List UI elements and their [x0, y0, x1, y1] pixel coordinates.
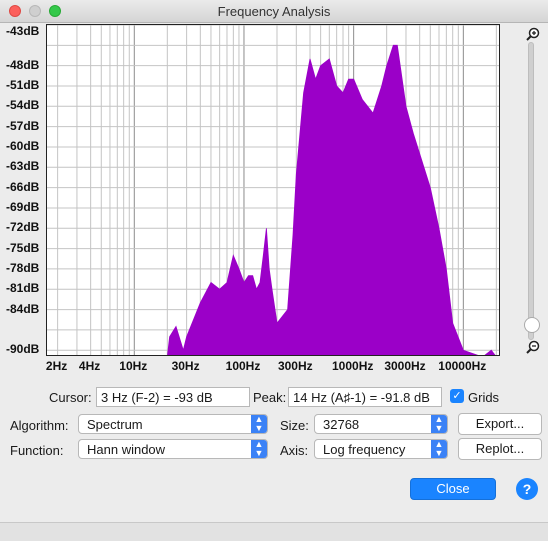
y-tick-label: -54dB [6, 98, 40, 113]
zoom-in-icon[interactable] [526, 27, 540, 41]
y-tick-label: -81dB [6, 281, 40, 296]
y-tick-label: -90dB [6, 342, 40, 357]
y-tick-label: -75dB [6, 240, 40, 255]
cursor-readout-field[interactable]: 3 Hz (F-2) = -93 dB [96, 387, 250, 407]
zoom-slider-track[interactable] [528, 42, 534, 340]
size-label: Size: [280, 418, 309, 433]
x-tick-label: 2Hz [45, 359, 68, 373]
spectrum-chart [47, 25, 499, 355]
x-tick-label: 3000Hz [384, 359, 426, 373]
function-label: Function: [10, 443, 64, 458]
replot-button[interactable]: Replot... [458, 438, 542, 460]
x-tick-label: 30Hz [171, 359, 200, 373]
grids-label: Grids [468, 390, 500, 405]
grids-checkbox[interactable]: ✓ [450, 389, 464, 403]
zoom-slider-handle[interactable] [524, 317, 540, 333]
chevron-updown-icon: ▲ ▼ [431, 415, 447, 433]
y-tick-label: -60dB [6, 139, 40, 153]
algorithm-label: Algorithm: [10, 418, 69, 433]
chevron-updown-icon: ▲ ▼ [251, 440, 267, 458]
help-icon[interactable]: ? [516, 478, 538, 500]
y-tick-label: -84dB [6, 301, 40, 316]
y-tick-label: -51dB [6, 78, 40, 92]
y-tick-label: -78dB [6, 260, 40, 275]
algorithm-value: Spectrum [87, 417, 143, 432]
y-tick-label: -66dB [6, 179, 40, 194]
axis-label: Axis: [280, 443, 309, 458]
axis-select[interactable]: Log frequency ▲ ▼ [314, 439, 448, 459]
window-title: Frequency Analysis [217, 4, 331, 19]
peak-readout-field[interactable]: 14 Hz (A♯-1) = -91.8 dB [288, 387, 442, 407]
spectrum-plot[interactable] [46, 24, 500, 356]
x-tick-label: 1000Hz [332, 359, 374, 373]
peak-label: Peak: [253, 390, 287, 405]
x-tick-label: 10Hz [119, 359, 148, 373]
axis-value: Log frequency [323, 442, 406, 457]
y-tick-label: -72dB [6, 220, 40, 235]
zoom-out-icon[interactable] [526, 340, 540, 354]
size-select[interactable]: 32768 ▲ ▼ [314, 414, 448, 434]
cursor-label: Cursor: [49, 390, 92, 405]
x-tick-label: 10000Hz [438, 359, 487, 373]
chevron-updown-icon: ▲ ▼ [251, 415, 267, 433]
x-tick-label: 100Hz [225, 359, 261, 373]
y-tick-label: -43dB [6, 23, 40, 38]
x-tick-label: 4Hz [78, 359, 101, 373]
close-button[interactable]: Close [410, 478, 496, 500]
y-tick-label: -63dB [6, 159, 40, 174]
title-bar: Frequency Analysis [0, 0, 548, 23]
x-tick-label: 300Hz [277, 359, 313, 373]
function-value: Hann window [87, 442, 166, 457]
y-tick-label: -57dB [6, 118, 40, 133]
status-bar [0, 522, 548, 541]
y-tick-label: -69dB [6, 199, 40, 214]
size-value: 32768 [323, 417, 360, 432]
chevron-updown-icon: ▲ ▼ [431, 440, 447, 458]
y-tick-label: -48dB [6, 57, 40, 72]
function-select[interactable]: Hann window ▲ ▼ [78, 439, 268, 459]
algorithm-select[interactable]: Spectrum ▲ ▼ [78, 414, 268, 434]
export-button[interactable]: Export... [458, 413, 542, 435]
